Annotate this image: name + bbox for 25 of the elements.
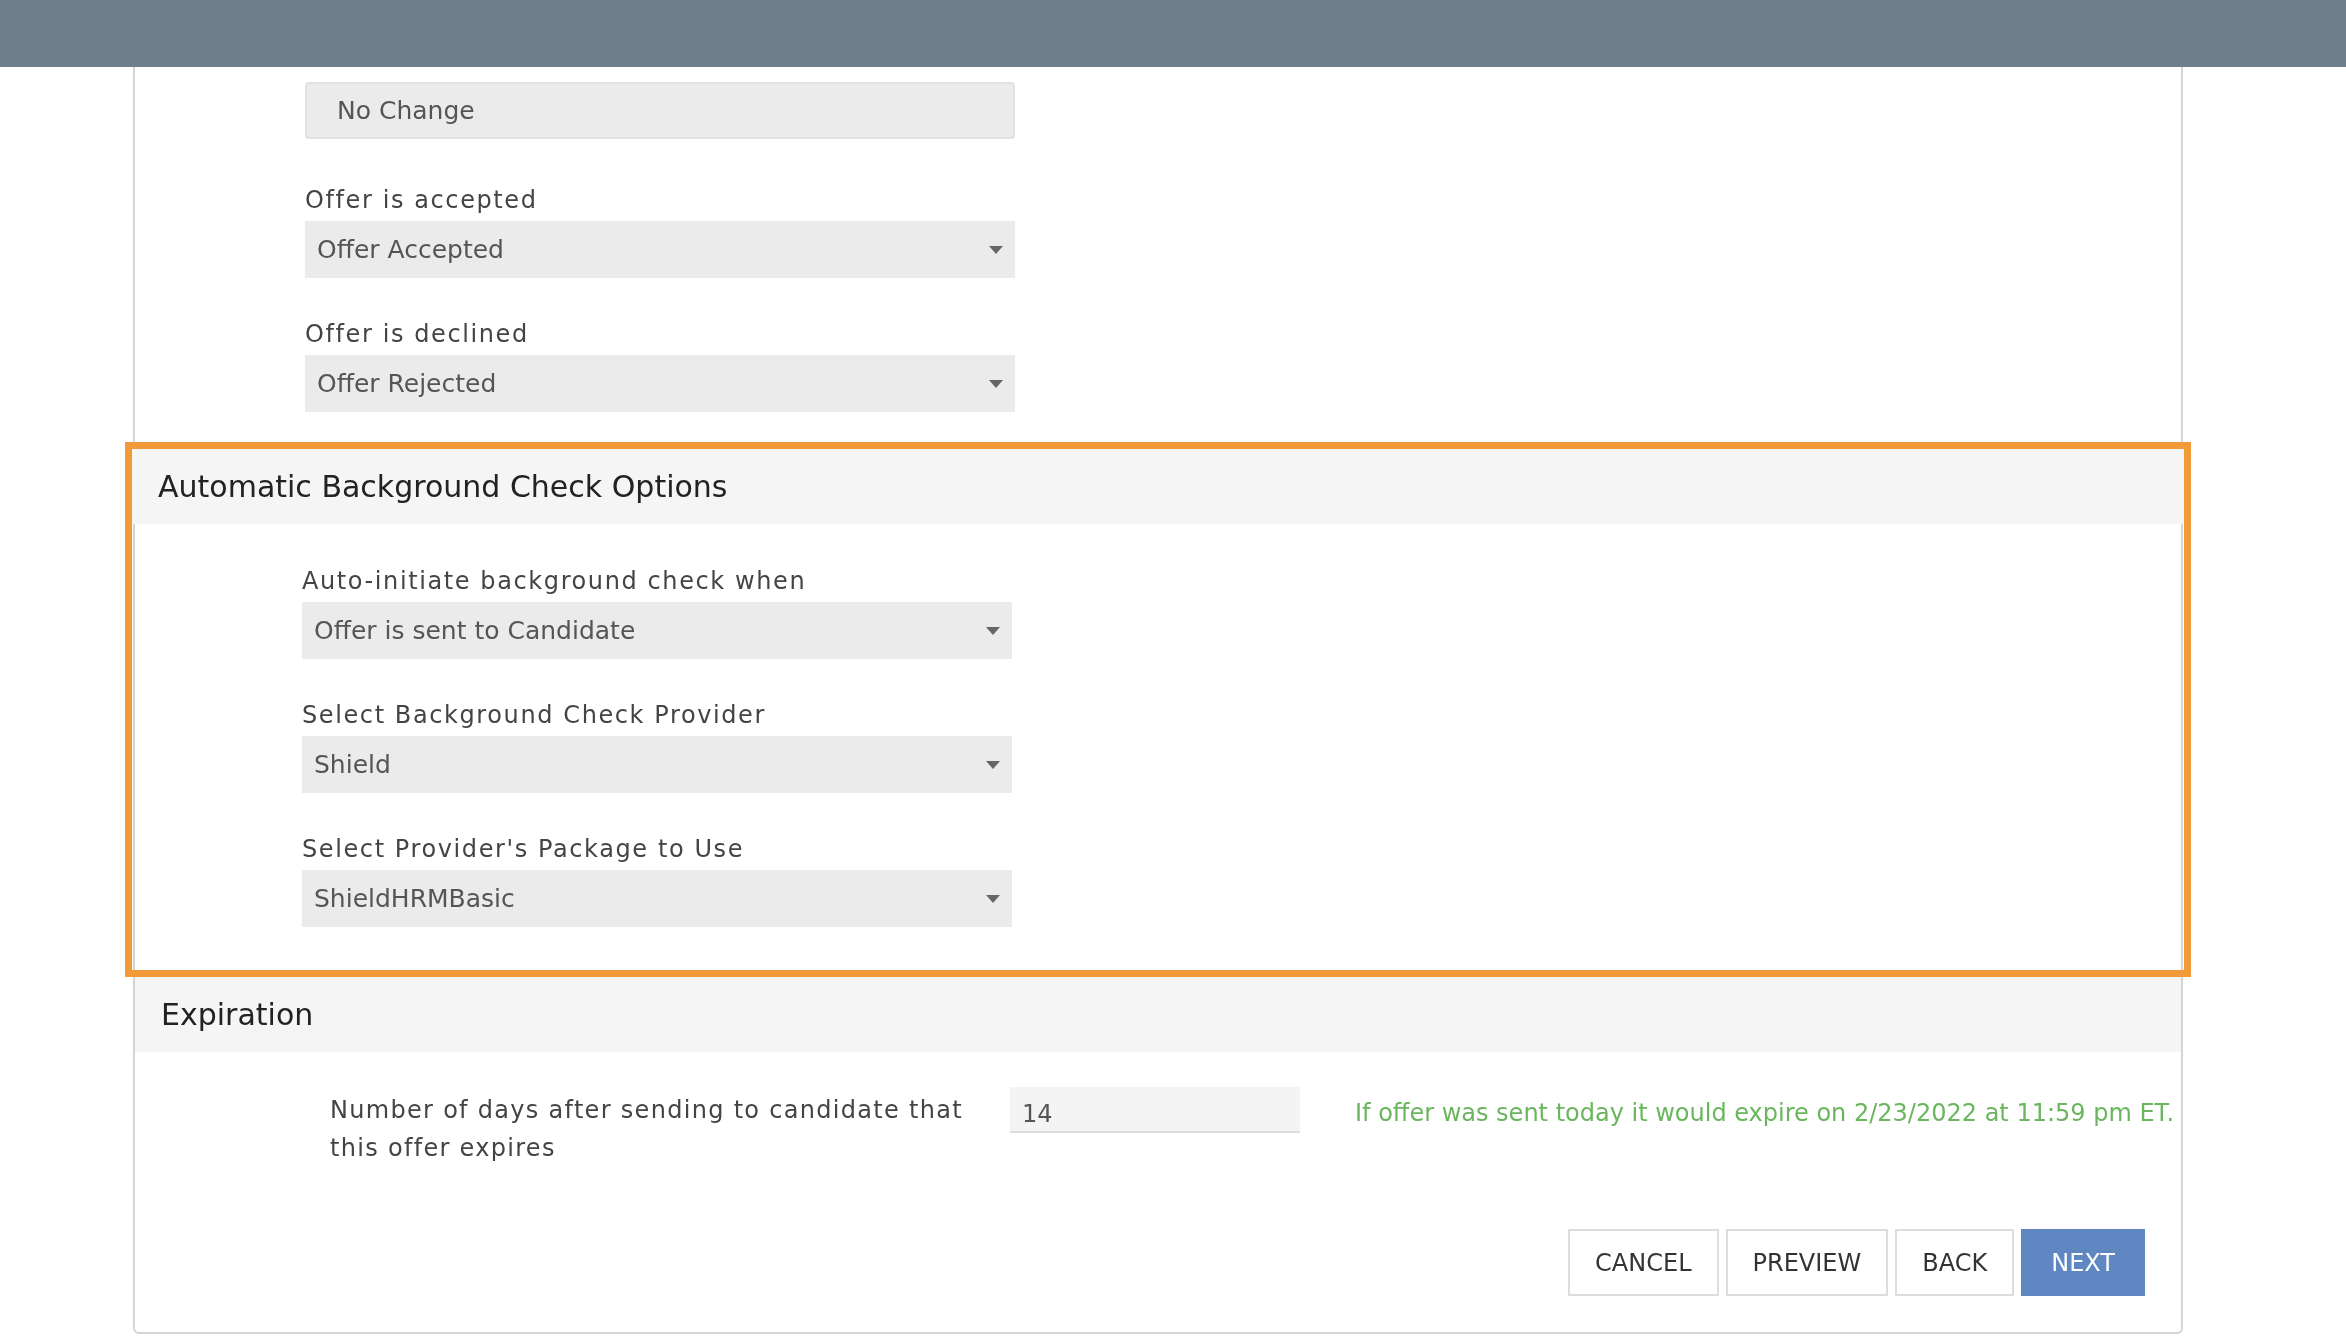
field-label: Select Background Check Provider xyxy=(302,700,767,730)
dropdown-caret-icon xyxy=(989,245,1003,254)
section-header: Expiration xyxy=(135,977,2181,1052)
select-dropdown[interactable]: Offer Accepted xyxy=(305,221,1015,278)
select-dropdown[interactable]: Offer Rejected xyxy=(305,355,1015,412)
dropdown-caret-icon xyxy=(989,379,1003,388)
select-dropdown[interactable]: Offer is sent to Candidate xyxy=(302,602,1012,659)
input-field[interactable]: No Change xyxy=(305,82,1015,139)
select-dropdown[interactable]: ShieldHRMBasic xyxy=(302,870,1012,927)
days-input-field[interactable]: 14 xyxy=(1010,1087,1300,1133)
secondary-button[interactable]: BACK xyxy=(1895,1229,2015,1296)
field-label: Auto-initiate background check when xyxy=(302,566,808,596)
section-header: Automatic Background Check Options xyxy=(132,449,2184,524)
secondary-button[interactable]: PREVIEW xyxy=(1725,1229,1889,1296)
primary-button[interactable]: NEXT xyxy=(2021,1229,2145,1296)
field-label: Select Provider's Package to Use xyxy=(302,834,746,864)
field-label: Offer is accepted xyxy=(305,185,539,215)
field-label: Offer is declined xyxy=(305,319,530,349)
dropdown-caret-icon xyxy=(986,626,1000,635)
dropdown-caret-icon xyxy=(986,760,1000,769)
secondary-button[interactable]: CANCEL xyxy=(1568,1229,1719,1296)
expiry-note: If offer was sent today it would expire on 2/23/2022 at 11:59 pm ET. xyxy=(1355,1098,2175,1129)
dropdown-caret-icon xyxy=(986,894,1000,903)
field-label: Number of days after sending to candidate that this offer expires xyxy=(330,1095,964,1164)
select-dropdown[interactable]: Shield xyxy=(302,736,1012,793)
